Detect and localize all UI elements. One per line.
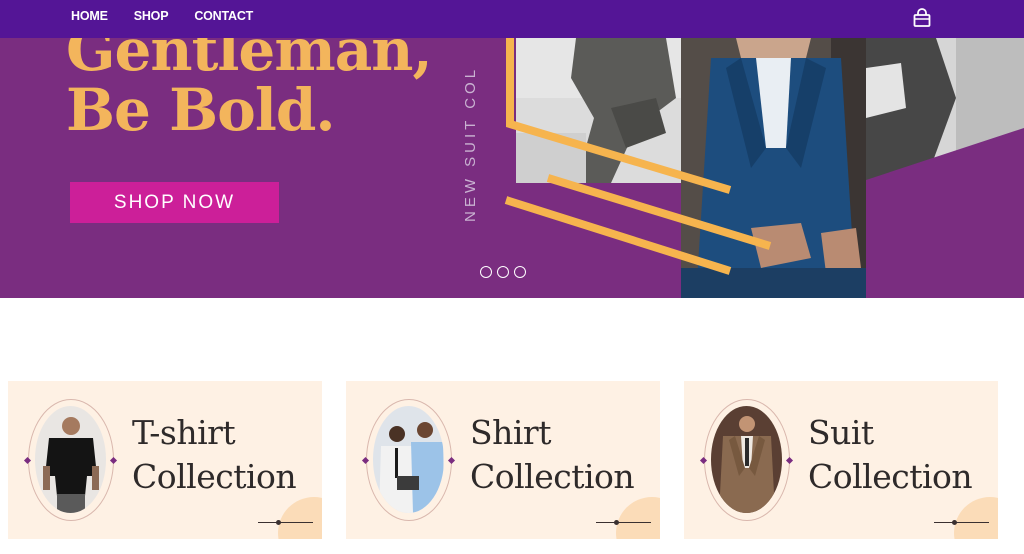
card-corner-decoration <box>616 497 660 539</box>
card-title: Suit Collection <box>808 411 973 499</box>
card-title-line2: Collection <box>132 457 297 496</box>
card-image-frame <box>704 399 790 521</box>
card-title-line2: Collection <box>470 457 635 496</box>
card-line-decoration <box>596 522 651 523</box>
hero-banner: Gentleman, Be Bold. SHOP NOW NEW SUIT CO… <box>0 0 1024 298</box>
card-title-line1: Shirt <box>470 413 551 452</box>
top-navigation: HOME SHOP CONTACT <box>0 0 1024 38</box>
page: Gentleman, Be Bold. SHOP NOW NEW SUIT CO… <box>0 0 1024 554</box>
shop-now-button[interactable]: SHOP NOW <box>70 182 279 223</box>
card-line-decoration <box>934 522 989 523</box>
card-line-decoration <box>258 522 313 523</box>
carousel-dot-3[interactable] <box>514 266 526 278</box>
hero-decoration <box>504 38 1024 298</box>
nav-home-link[interactable]: HOME <box>71 9 108 23</box>
tshirt-model-image <box>35 406 106 513</box>
nav-contact-link[interactable]: CONTACT <box>194 9 253 23</box>
shirt-collection-card[interactable]: Shirt Collection <box>346 381 660 539</box>
card-line-dot <box>276 520 281 525</box>
shirt-models-image <box>373 406 444 513</box>
card-corner-decoration <box>278 497 322 539</box>
card-image-frame <box>366 399 452 521</box>
suit-collection-card[interactable]: Suit Collection <box>684 381 998 539</box>
hero-headline-line2: Be Bold. <box>66 76 336 144</box>
card-title-line1: T-shirt <box>132 413 236 452</box>
card-line-dot <box>952 520 957 525</box>
card-title: Shirt Collection <box>470 411 635 499</box>
tshirt-collection-card[interactable]: T-shirt Collection <box>8 381 322 539</box>
card-corner-decoration <box>954 497 998 539</box>
card-title: T-shirt Collection <box>132 411 297 499</box>
hero-vertical-text: NEW SUIT COL <box>462 65 479 222</box>
card-line-dot <box>614 520 619 525</box>
carousel-dot-1[interactable] <box>480 266 492 278</box>
card-title-line2: Collection <box>808 457 973 496</box>
nav-links: HOME SHOP CONTACT <box>71 9 253 23</box>
card-title-line1: Suit <box>808 413 874 452</box>
carousel-dots <box>480 266 526 278</box>
suit-model-image <box>711 406 782 513</box>
card-image-frame <box>28 399 114 521</box>
nav-shop-link[interactable]: SHOP <box>134 9 169 23</box>
hero-headline: Gentleman, Be Bold. <box>66 20 433 144</box>
carousel-dot-2[interactable] <box>497 266 509 278</box>
shopping-bag-icon[interactable] <box>911 7 933 29</box>
